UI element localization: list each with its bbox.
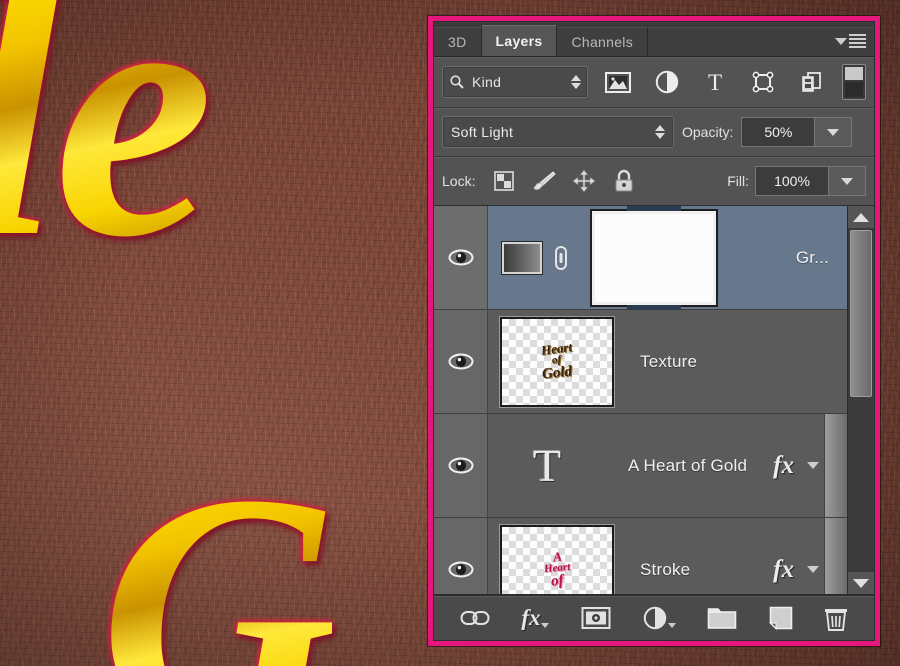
chevron-down-icon [841, 177, 853, 185]
layer-thumbnail-artwork: Heart of Gold [540, 339, 574, 383]
layer-filter-row: Kind T [434, 57, 874, 108]
layer-thumbnail-gradient[interactable] [501, 240, 543, 275]
new-layer-button[interactable] [768, 603, 793, 633]
filter-kind-label: Kind [472, 74, 502, 90]
layer-mask-thumbnail[interactable] [590, 208, 718, 307]
new-layer-icon [768, 606, 792, 630]
opacity-input[interactable]: 50% [741, 117, 816, 147]
layer-name-label[interactable]: Texture [614, 352, 847, 372]
layer-thumbnail-artwork: A Heart of [543, 548, 571, 590]
filter-kind-select[interactable]: Kind [442, 66, 588, 98]
fx-icon: fx [521, 605, 541, 630]
svg-text:T: T [708, 70, 722, 94]
lock-image-pixels-icon[interactable] [531, 168, 557, 194]
layer-effects-badge[interactable]: fx [765, 452, 802, 480]
filter-enable-toggle[interactable] [842, 64, 866, 100]
tab-layers[interactable]: Layers [481, 25, 558, 56]
gold-letter-bottom: G [100, 420, 338, 666]
delete-layer-button[interactable] [824, 603, 848, 633]
layer-thumbnail-checker[interactable]: A Heart of [499, 523, 615, 594]
new-group-button[interactable] [707, 603, 737, 633]
layer-name-label[interactable]: A Heart of Gold [594, 456, 765, 476]
stepper-updown-icon[interactable] [655, 125, 665, 139]
layer-list: Gr... Heart of Gold Texture T A Heart of… [434, 206, 847, 594]
fill-dropdown-button[interactable] [829, 166, 866, 196]
panel-bottom-toolbar: fx [434, 594, 874, 640]
link-icon [460, 611, 490, 625]
layer-thumbnail-checker[interactable]: Heart of Gold [499, 315, 615, 408]
layer-effects-badge[interactable]: fx [765, 556, 802, 584]
add-layer-mask-button[interactable] [581, 603, 611, 633]
filter-pixel-layers-icon[interactable] [604, 69, 632, 95]
chevron-down-icon [835, 37, 847, 45]
scrollbar-thumb[interactable] [850, 230, 872, 398]
blend-mode-value: Soft Light [451, 124, 514, 140]
eye-icon [448, 353, 473, 370]
tab-3d[interactable]: 3D [434, 27, 482, 56]
tab-channels[interactable]: Channels [557, 27, 649, 56]
chevron-down-icon [827, 128, 840, 136]
folder-icon [707, 607, 737, 629]
new-adjustment-layer-button[interactable] [643, 603, 676, 633]
eye-icon [448, 561, 473, 578]
scrollbar-track[interactable] [848, 228, 874, 572]
lock-icon-group [491, 168, 637, 194]
trash-icon [825, 608, 848, 631]
gold-letter-top: le [0, 0, 214, 319]
chevron-down-icon [541, 623, 550, 628]
blend-mode-select[interactable]: Soft Light [442, 116, 674, 148]
layer-visibility-toggle[interactable] [434, 518, 488, 594]
tab-bar-filler [648, 27, 874, 56]
lock-label: Lock: [442, 173, 476, 189]
link-layers-button[interactable] [460, 603, 490, 633]
opacity-label: Opacity: [682, 124, 734, 140]
table-row[interactable]: Heart of Gold Texture [434, 310, 847, 414]
table-row[interactable]: T A Heart of Gold fx [434, 414, 847, 518]
filter-type-layers-icon[interactable]: T [701, 69, 729, 95]
layer-visibility-toggle[interactable] [434, 206, 488, 309]
row-scroll-indicator [824, 414, 847, 517]
lock-transparent-pixels-icon[interactable] [491, 168, 517, 194]
fill-input[interactable]: 100% [755, 166, 829, 196]
search-icon [449, 74, 465, 90]
layer-list-scrollbar[interactable] [847, 206, 874, 594]
filter-shape-layers-icon[interactable] [749, 69, 777, 95]
row-scroll-indicator [824, 518, 847, 594]
add-layer-style-button[interactable]: fx [521, 603, 550, 633]
layer-visibility-toggle[interactable] [434, 310, 488, 413]
table-row[interactable]: Gr... [434, 206, 847, 310]
layers-panel: 3D Layers Channels Kind T Soft Light Opa… [428, 16, 880, 646]
panel-tab-bar: 3D Layers Channels [434, 22, 874, 57]
layer-name-label[interactable]: Stroke [614, 560, 765, 580]
fill-label: Fill: [727, 173, 749, 189]
blend-mode-row: Soft Light Opacity: 50% [434, 108, 874, 157]
layer-thumbnail-type[interactable]: T [500, 439, 594, 492]
layer-visibility-toggle[interactable] [434, 414, 488, 517]
scroll-up-arrow-icon[interactable] [848, 206, 874, 228]
opacity-dropdown-button[interactable] [815, 117, 853, 147]
lock-position-icon[interactable] [571, 168, 597, 194]
filter-type-icons: T [588, 69, 842, 95]
hamburger-lines-icon [849, 34, 866, 48]
filter-smart-object-layers-icon[interactable] [798, 69, 826, 95]
lock-row: Lock: Fill: 100% [434, 157, 874, 206]
layer-mask-icon [581, 607, 611, 629]
lock-all-icon[interactable] [611, 168, 637, 194]
layer-name-label[interactable]: Gr... [716, 248, 847, 268]
chevron-down-icon [667, 623, 676, 628]
table-row[interactable]: A Heart of Stroke fx [434, 518, 847, 594]
filter-adjustment-layers-icon[interactable] [653, 69, 681, 95]
eye-icon [448, 249, 473, 266]
eye-icon [448, 457, 473, 474]
layer-effects-expand-icon[interactable] [802, 462, 824, 469]
panel-menu-icon[interactable] [835, 34, 866, 48]
layer-effects-expand-icon[interactable] [802, 566, 824, 573]
scroll-down-arrow-icon[interactable] [848, 572, 874, 594]
layer-thumbnails [488, 208, 718, 307]
adjustment-circle-icon [643, 606, 666, 630]
layer-mask-link-icon[interactable] [552, 245, 570, 271]
layer-list-wrapper: Gr... Heart of Gold Texture T A Heart of… [434, 206, 874, 594]
stepper-updown-icon[interactable] [571, 75, 581, 89]
